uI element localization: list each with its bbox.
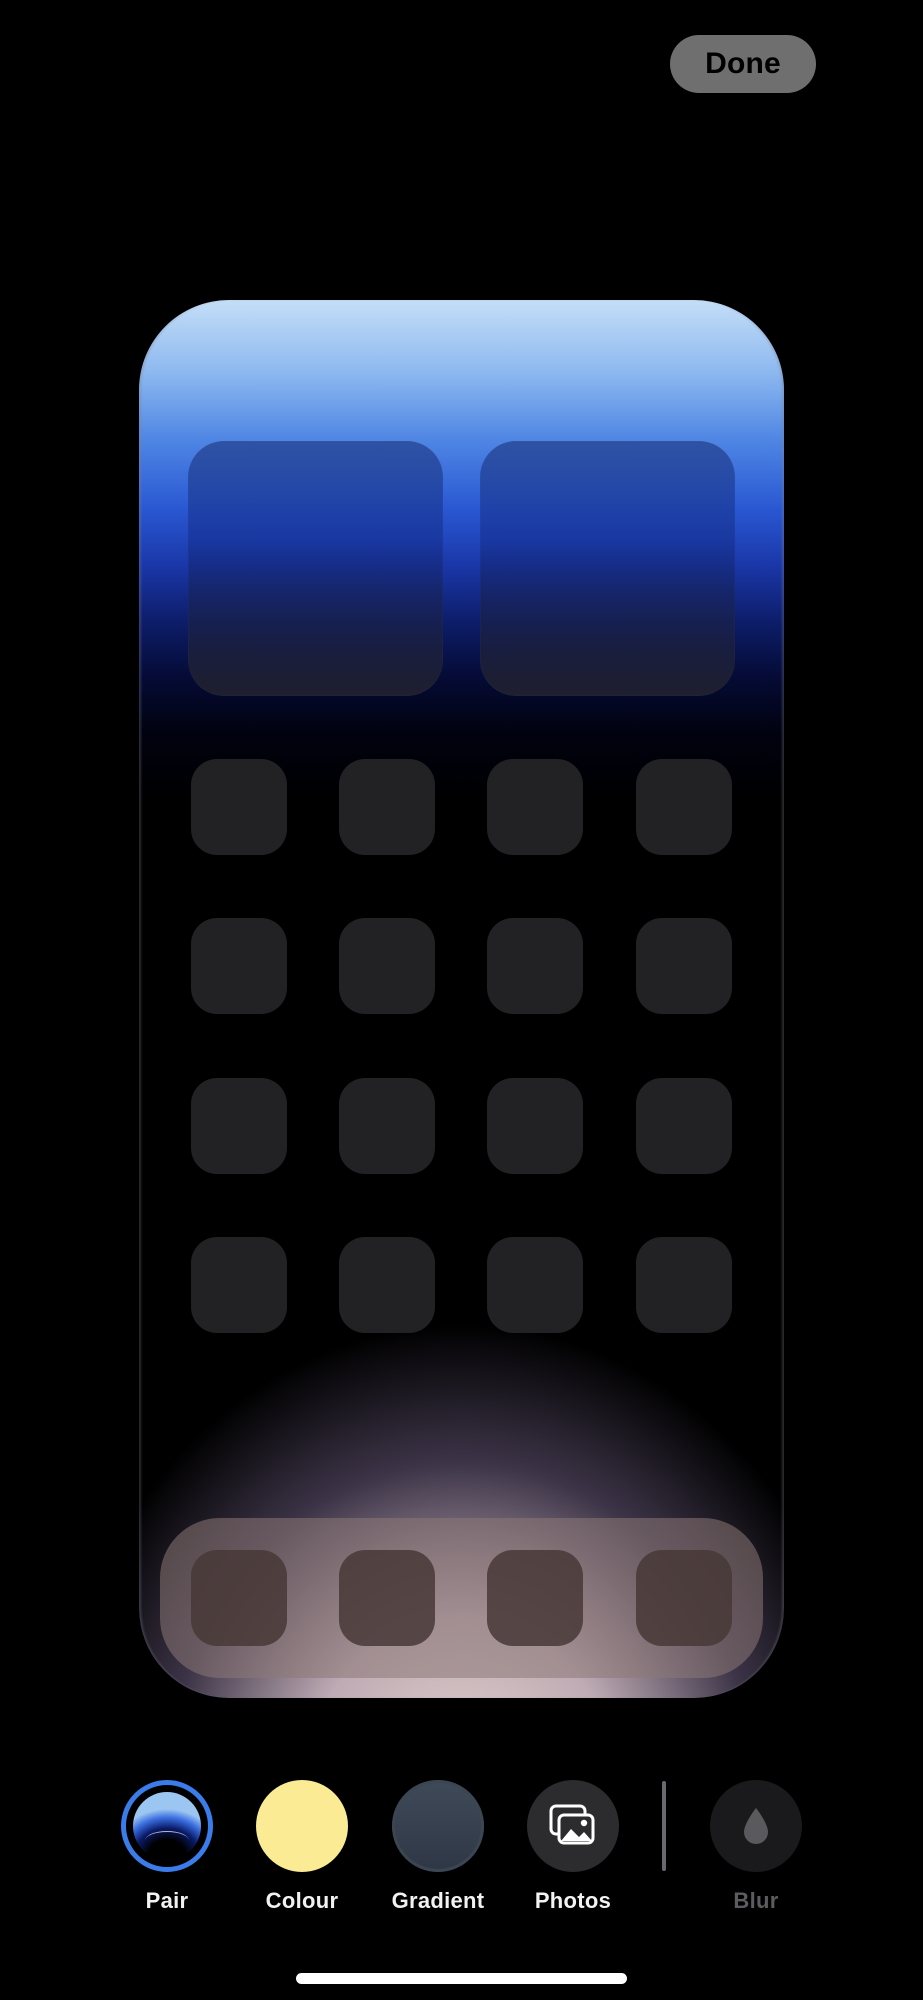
app-icon-placeholder	[339, 759, 435, 855]
colour-option[interactable]: Colour	[237, 1780, 367, 1914]
wallpaper-pair-icon	[121, 1780, 213, 1872]
home-indicator[interactable]	[296, 1973, 627, 1984]
dock-app-placeholder	[191, 1550, 287, 1646]
app-icon-placeholder	[191, 918, 287, 1014]
widget-placeholder	[480, 441, 735, 696]
pair-option[interactable]: Pair	[102, 1780, 232, 1914]
app-icon-placeholder	[487, 918, 583, 1014]
app-icon-placeholder	[339, 1237, 435, 1333]
home-screen-preview	[139, 300, 784, 1698]
app-icon-placeholder	[636, 1237, 732, 1333]
app-icon-placeholder	[487, 1237, 583, 1333]
blur-drop-icon	[710, 1780, 802, 1872]
colour-label: Colour	[265, 1888, 339, 1913]
app-icon-placeholder	[487, 759, 583, 855]
app-icon-placeholder	[487, 1078, 583, 1174]
photos-option[interactable]: Photos	[508, 1780, 638, 1914]
app-icon-placeholder	[191, 759, 287, 855]
blur-label: Blur	[733, 1888, 779, 1913]
dock-app-placeholder	[636, 1550, 732, 1646]
app-icon-placeholder	[191, 1078, 287, 1174]
colour-swatch-icon	[256, 1780, 348, 1872]
toolbar-divider	[662, 1781, 666, 1871]
wallpaper-options-toolbar: Pair Colour Gradient Photos Blur	[0, 1780, 923, 1920]
app-icon-placeholder	[636, 759, 732, 855]
dock-app-placeholder	[339, 1550, 435, 1646]
done-button[interactable]: Done	[670, 35, 816, 93]
dock	[160, 1518, 763, 1678]
dock-app-placeholder	[487, 1550, 583, 1646]
app-icon-placeholder	[636, 918, 732, 1014]
blur-option[interactable]: Blur	[691, 1780, 821, 1914]
app-icon-placeholder	[339, 1078, 435, 1174]
gradient-option[interactable]: Gradient	[373, 1780, 503, 1914]
photos-icon	[527, 1780, 619, 1872]
gradient-label: Gradient	[391, 1888, 485, 1913]
app-icon-placeholder	[191, 1237, 287, 1333]
widget-placeholder	[188, 441, 443, 696]
app-icon-placeholder	[339, 918, 435, 1014]
gradient-swatch-icon	[392, 1780, 484, 1872]
app-icon-placeholder	[636, 1078, 732, 1174]
pair-label: Pair	[145, 1888, 189, 1913]
photos-label: Photos	[534, 1888, 612, 1913]
